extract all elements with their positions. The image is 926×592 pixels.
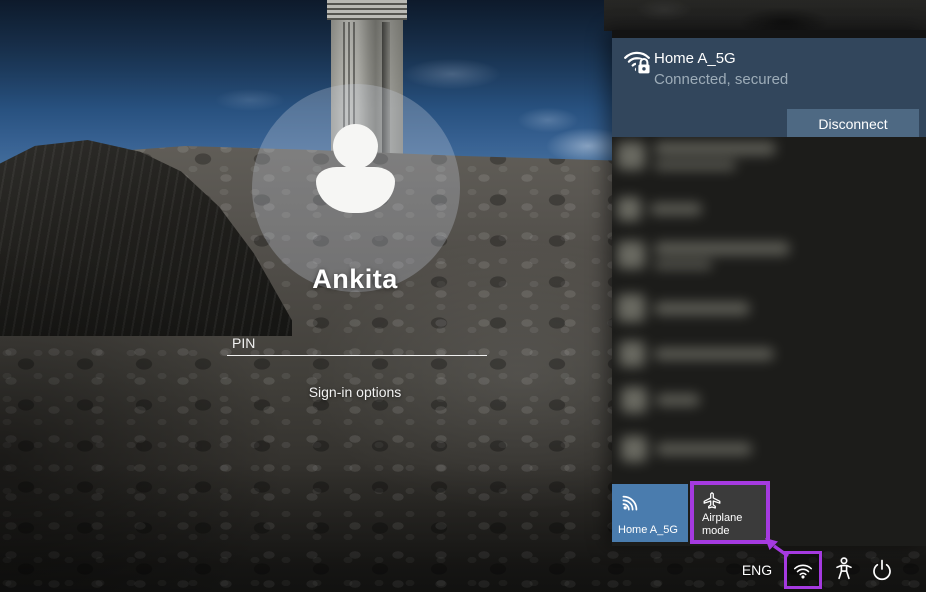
blurred-network-item[interactable]: [619, 341, 774, 367]
power-icon: [870, 558, 894, 582]
blurred-network-item[interactable]: [617, 142, 776, 170]
language-indicator[interactable]: ENG: [736, 562, 778, 578]
network-flyout-panel: Home A_5G Connected, secured Disconnect: [612, 30, 926, 546]
arrow-up-left-icon: [761, 536, 791, 558]
ease-of-access-button[interactable]: [828, 552, 860, 588]
blurred-network-item[interactable]: [617, 294, 750, 322]
wifi-tile-label: Home A_5G: [618, 524, 678, 536]
connected-network-name: Home A_5G: [654, 50, 736, 67]
lock-screen: Ankita Sign-in options Home A_5G Connect…: [0, 0, 926, 592]
wifi-fan-icon: [618, 489, 644, 515]
wifi-secured-icon: [622, 46, 652, 76]
airplane-tile-label: Airplane mode: [702, 512, 760, 538]
connected-network-status: Connected, secured: [654, 71, 788, 88]
power-button[interactable]: [866, 552, 898, 588]
panel-top-strip: [612, 30, 926, 38]
blurred-network-item[interactable]: [617, 197, 702, 221]
blurred-network-item[interactable]: [621, 387, 700, 413]
ease-of-access-icon: [831, 556, 857, 584]
wifi-quick-tile[interactable]: Home A_5G: [612, 484, 688, 542]
sign-in-options-link[interactable]: Sign-in options: [255, 384, 455, 400]
blurred-network-item[interactable]: [621, 436, 752, 462]
rock-background: [604, 0, 926, 31]
airplane-icon: [701, 490, 723, 512]
avatar: [333, 124, 378, 169]
blurred-network-item[interactable]: [617, 241, 790, 269]
airplane-mode-tile[interactable]: Airplane mode: [690, 481, 770, 544]
pin-input[interactable]: [227, 330, 487, 356]
wifi-icon: [792, 559, 814, 581]
disconnect-button[interactable]: Disconnect: [787, 109, 919, 139]
user-name: Ankita: [205, 264, 505, 295]
connected-network-item[interactable]: Home A_5G Connected, secured Disconnect: [612, 38, 926, 137]
tower-crown: [327, 0, 407, 20]
